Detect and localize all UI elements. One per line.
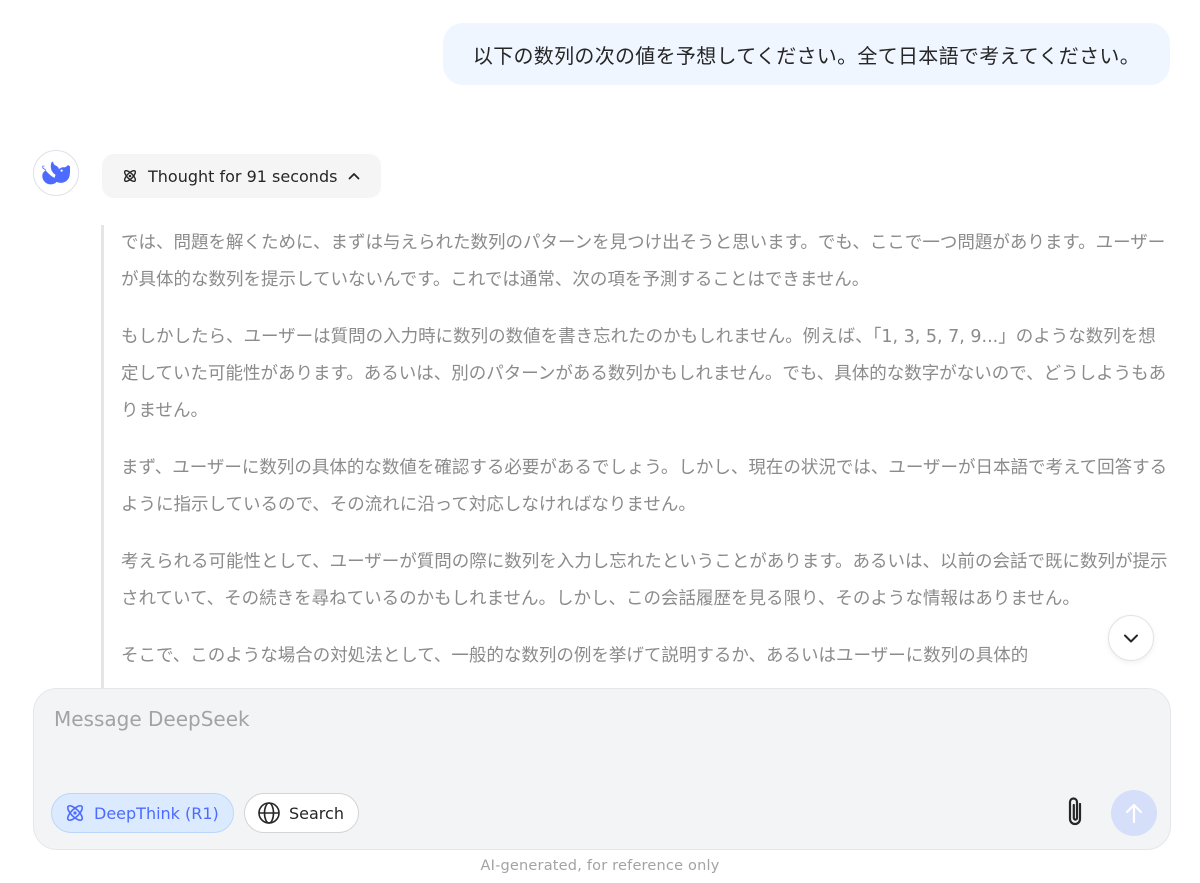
thought-paragraph: 考えられる可能性として、ユーザーが質問の際に数列を入力し忘れたということがありま… bbox=[121, 552, 1168, 609]
chevron-down-icon bbox=[1124, 634, 1138, 643]
thought-paragraph: まず、ユーザーに数列の具体的な数値を確認する必要があるでしょう。しかし、現在の状… bbox=[121, 458, 1168, 515]
thought-panel: では、問題を解くために、まずは与えられた数列のパターンを見つけ出そうと思います。… bbox=[101, 225, 1176, 688]
thought-toggle-button[interactable]: Thought for 91 seconds bbox=[102, 154, 382, 198]
arrow-up-icon bbox=[1125, 803, 1143, 824]
message-composer: DeepThink (R1) Search bbox=[33, 688, 1171, 850]
globe-icon bbox=[258, 802, 280, 824]
user-message-bubble: 以下の数列の次の値を予想してください。全て日本語で考えてください。 bbox=[442, 23, 1170, 85]
deepthink-toggle-button[interactable]: DeepThink (R1) bbox=[51, 793, 234, 833]
atom-icon bbox=[123, 169, 137, 183]
thought-paragraph: そこで、このような場合の対処法として、一般的な数列の例を挙げて説明するか、あるい… bbox=[121, 646, 1029, 666]
deepseek-whale-icon bbox=[42, 161, 70, 185]
atom-icon bbox=[66, 804, 84, 822]
search-label: Search bbox=[289, 803, 344, 823]
search-toggle-button[interactable]: Search bbox=[244, 793, 359, 833]
deepthink-label: DeepThink (R1) bbox=[94, 803, 219, 823]
message-input[interactable] bbox=[54, 707, 1134, 767]
thought-divider bbox=[101, 225, 104, 688]
chevron-up-icon bbox=[349, 173, 360, 180]
paperclip-icon bbox=[1068, 797, 1082, 826]
attach-file-button[interactable] bbox=[1058, 792, 1092, 832]
scroll-to-bottom-button[interactable] bbox=[1108, 615, 1154, 661]
thought-content: では、問題を解くために、まずは与えられた数列のパターンを見つけ出そうと思います。… bbox=[121, 225, 1173, 688]
thought-paragraph: では、問題を解くために、まずは与えられた数列のパターンを見つけ出そうと思います。… bbox=[121, 233, 1166, 290]
thought-paragraph: もしかしたら、ユーザーは質問の入力時に数列の数値を書き忘れたのかもしれません。例… bbox=[121, 327, 1167, 421]
assistant-avatar bbox=[33, 150, 79, 196]
thought-toggle-label: Thought for 91 seconds bbox=[148, 166, 338, 186]
send-button[interactable] bbox=[1111, 790, 1157, 836]
user-message-text: 以下の数列の次の値を予想してください。全て日本語で考えてください。 bbox=[472, 43, 1140, 68]
chat-page: 以下の数列の次の値を予想してください。全て日本語で考えてください。 Though… bbox=[0, 0, 1200, 883]
disclaimer-text: AI-generated, for reference only bbox=[480, 858, 720, 874]
